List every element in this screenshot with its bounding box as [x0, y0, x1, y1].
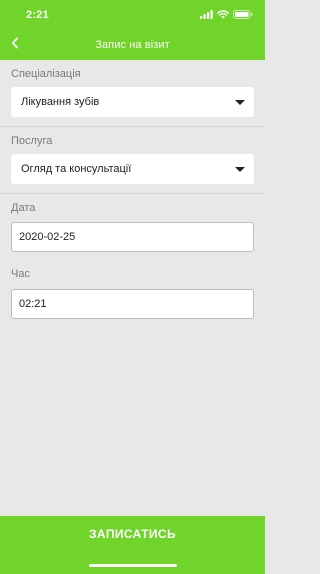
caret-down-icon	[235, 100, 245, 105]
home-indicator	[89, 564, 177, 567]
status-bar: 2:21	[0, 0, 265, 30]
time-value: 02:21	[19, 298, 47, 310]
nav-bar: Запис на візит	[0, 30, 265, 60]
specialization-value: Лікування зубів	[21, 96, 100, 108]
divider	[0, 126, 265, 127]
date-label: Дата	[11, 202, 36, 214]
divider	[0, 193, 265, 194]
time-field[interactable]: 02:21	[11, 289, 254, 319]
time-label: Час	[11, 268, 30, 280]
status-time: 2:21	[26, 9, 49, 21]
page-title: Запис на візит	[95, 39, 170, 51]
date-field[interactable]: 2020-02-25	[11, 222, 254, 252]
signal-icon	[200, 6, 213, 24]
specialization-select[interactable]: Лікування зубів	[11, 87, 254, 117]
battery-icon	[233, 6, 253, 24]
service-label: Послуга	[11, 135, 53, 147]
service-value: Огляд та консультації	[21, 163, 132, 175]
specialization-label: Спеціалізація	[11, 68, 81, 80]
date-value: 2020-02-25	[19, 231, 76, 243]
caret-down-icon	[235, 167, 245, 172]
status-icons	[200, 10, 253, 20]
submit-button-label: ЗАПИСАТИСЬ	[89, 527, 176, 541]
wifi-icon	[217, 6, 229, 24]
service-select[interactable]: Огляд та консультації	[11, 154, 254, 184]
